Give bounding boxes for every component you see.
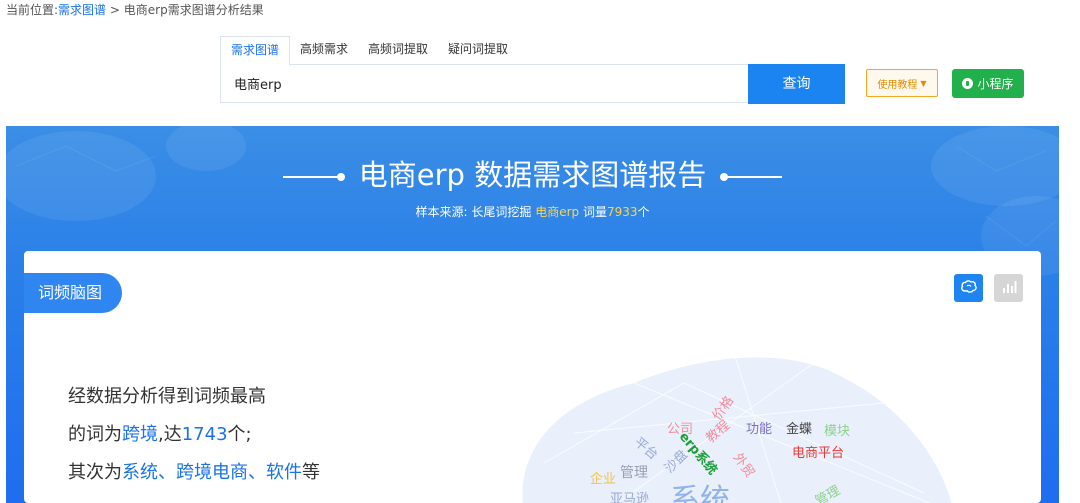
word-frequency-card: 词频脑图 经数据分析得到词频最高 的词为跨境,达1743个; 其次为系统、跨境电…	[24, 251, 1041, 503]
search-input[interactable]: 电商erp	[220, 64, 748, 103]
mini-program-label: 小程序	[977, 77, 1014, 91]
report-subline: 样本来源: 长尾词挖掘 电商erp 词量7933个	[6, 203, 1059, 220]
word-cloud: 价格 公司 教程 功能 金蝶 模块 平台 erp系统 沙盘 外贸 电商平台 企业…	[484, 343, 954, 503]
frequency-summary: 经数据分析得到词频最高 的词为跨境,达1743个; 其次为系统、跨境电商、软件等	[68, 378, 320, 492]
breadcrumb-separator: >	[109, 3, 120, 17]
brain-view-toggle[interactable]	[954, 274, 983, 302]
caret-down-icon: ▼	[920, 78, 927, 88]
tab-high-freq-words[interactable]: 高频词提取	[358, 36, 438, 64]
breadcrumb-prefix: 当前位置:	[6, 3, 59, 17]
summary-suffix: 个;	[227, 424, 252, 445]
report-title-text: 电商erp 数据需求图谱报告	[358, 158, 707, 192]
word-cloud-word[interactable]: 电商平台	[792, 442, 844, 461]
bar-chart-icon	[1001, 279, 1017, 298]
card-tag: 词频脑图	[24, 273, 122, 313]
report-title: 电商erp 数据需求图谱报告	[6, 152, 1059, 194]
word-count-value: 7933	[606, 205, 638, 219]
title-divider-right	[720, 173, 783, 181]
word-cloud-word[interactable]: 金蝶	[786, 418, 812, 437]
summary-line3-prefix: 其次为	[68, 462, 122, 483]
summary-line-2: 的词为跨境,达1743个;	[68, 416, 320, 454]
mini-program-button[interactable]: 小程序	[952, 69, 1024, 98]
summary-prefix: 的词为	[68, 424, 122, 445]
bar-chart-view-toggle[interactable]	[994, 274, 1023, 302]
word-count-label: 词量	[582, 205, 607, 219]
summary-line-1: 经数据分析得到词频最高	[68, 386, 266, 407]
search-tabs: 需求图谱 高频需求 高频词提取 疑问词提取	[220, 36, 518, 66]
brain-icon	[960, 279, 977, 298]
source-keyword: 电商erp	[535, 205, 580, 219]
tutorial-dropdown-button[interactable]: 使用教程 ▼	[866, 69, 938, 97]
source-site: 长尾词挖掘	[471, 205, 532, 219]
tab-demand-graph[interactable]: 需求图谱	[220, 36, 291, 66]
breadcrumb-current: 电商erp需求图谱分析结果	[123, 3, 264, 17]
mini-program-icon	[962, 78, 974, 89]
title-divider-left	[282, 173, 345, 181]
summary-mid: ,达	[158, 424, 182, 445]
word-cloud-word[interactable]: 管理	[620, 462, 648, 482]
breadcrumb: 当前位置:需求图谱 > 电商erp需求图谱分析结果	[6, 1, 264, 18]
word-cloud-word[interactable]: 企业	[590, 468, 616, 487]
word-cloud-word[interactable]: 系统	[670, 475, 730, 503]
word-cloud-word[interactable]: 模块	[824, 420, 850, 439]
search-input-value: 电商erp	[234, 78, 282, 93]
tutorial-label: 使用教程	[877, 79, 918, 91]
second-words[interactable]: 系统、跨境电商、软件	[122, 462, 302, 483]
breadcrumb-link-demand-graph[interactable]: 需求图谱	[58, 3, 106, 17]
summary-line3-suffix: 等	[302, 462, 320, 483]
word-cloud-word[interactable]: 亚马逊	[610, 488, 649, 503]
tab-high-freq-demand[interactable]: 高频需求	[290, 36, 358, 64]
search-button[interactable]: 查询	[748, 64, 845, 104]
word-count-unit: 个	[637, 205, 650, 219]
summary-line-3: 其次为系统、跨境电商、软件等	[68, 454, 320, 492]
top-word[interactable]: 跨境	[122, 424, 158, 445]
tab-question-words[interactable]: 疑问词提取	[438, 36, 518, 64]
source-label: 样本来源:	[415, 205, 468, 219]
top-word-count: 1743	[181, 424, 228, 445]
word-cloud-word[interactable]: 功能	[746, 418, 772, 437]
